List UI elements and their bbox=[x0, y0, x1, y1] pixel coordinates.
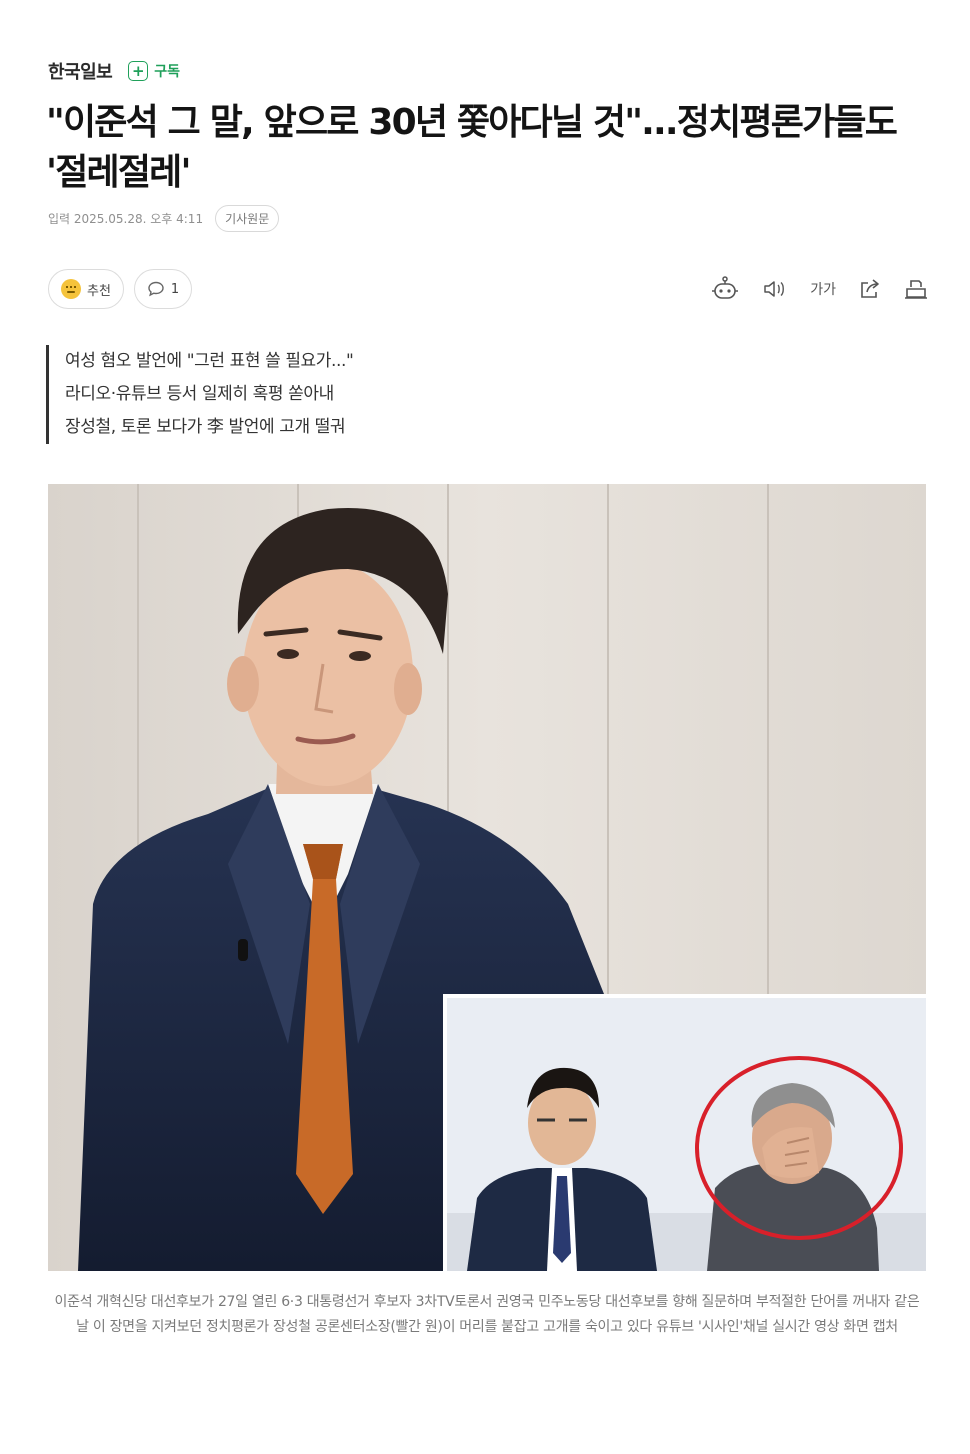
inset-photo bbox=[443, 994, 926, 1271]
speaker-icon[interactable] bbox=[762, 278, 788, 300]
recommend-label: 추천 bbox=[87, 283, 111, 299]
smile-icon bbox=[61, 279, 81, 299]
article-toolbar: 가가 bbox=[688, 276, 928, 302]
publisher-header: 한국일보 + 구독 bbox=[48, 58, 180, 84]
font-size-button[interactable]: 가가 bbox=[810, 279, 836, 299]
subscribe-button[interactable]: + 구독 bbox=[128, 61, 180, 81]
summary-bot-icon[interactable] bbox=[710, 276, 740, 302]
recommend-button[interactable]: 추천 bbox=[48, 269, 124, 309]
plus-icon: + bbox=[128, 61, 149, 81]
photo-caption: 이준석 개혁신당 대선후보가 27일 열린 6·3 대통령선거 후보자 3차TV… bbox=[54, 1294, 920, 1335]
article-title: "이준석 그 말, 앞으로 30년 쫓아다닐 것"...정치평론가들도 '절레절… bbox=[46, 102, 898, 193]
article-meta: 입력 2025.05.28. 오후 4:11 기사원문 bbox=[48, 205, 280, 232]
subscribe-label: 구독 bbox=[154, 64, 181, 80]
article-summary: 여성 혐오 발언에 "그런 표현 쓸 필요가..." 라디오·유튜브 등서 일제… bbox=[46, 345, 354, 444]
comment-count: 1 bbox=[170, 281, 180, 297]
publisher-name[interactable]: 한국일보 bbox=[48, 58, 113, 84]
original-article-button[interactable]: 기사원문 bbox=[215, 205, 280, 232]
publish-date: 입력 2025.05.28. 오후 4:11 bbox=[48, 212, 204, 226]
summary-line: 여성 혐오 발언에 "그런 표현 쓸 필요가..." bbox=[65, 351, 354, 371]
comment-icon bbox=[147, 280, 165, 298]
print-icon[interactable] bbox=[904, 278, 928, 300]
article-photo bbox=[48, 484, 926, 1271]
comment-button[interactable]: 1 bbox=[133, 269, 193, 309]
share-icon[interactable] bbox=[858, 278, 882, 300]
summary-line: 장성철, 토론 보다가 李 발언에 고개 떨궈 bbox=[65, 417, 346, 437]
reaction-bar: 추천 1 bbox=[48, 269, 202, 309]
summary-line: 라디오·유튜브 등서 일제히 혹평 쏟아내 bbox=[65, 384, 334, 404]
